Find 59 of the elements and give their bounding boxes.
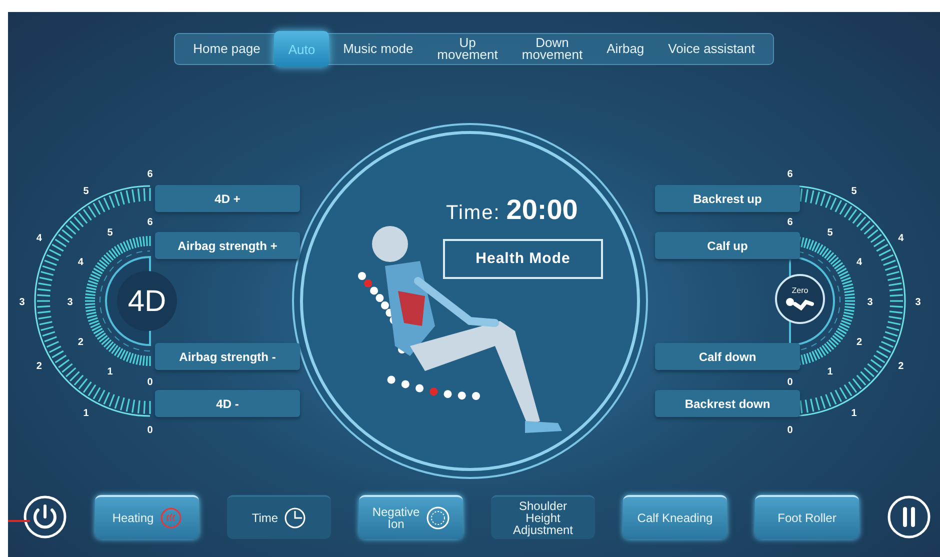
time-label: Time: [446,201,500,226]
gauge-tick-label: 6 [147,217,153,228]
heat-icon [160,507,182,529]
gauge-tick-label: 3 [915,297,921,308]
function-button[interactable]: Time [227,495,331,539]
nav-tab[interactable]: Home page [183,34,270,64]
function-button[interactable]: Heating [95,495,199,539]
gauge-tick-label: 5 [827,228,833,239]
gauge-tick-label: 2 [36,361,42,372]
control-button[interactable]: Calf up [655,232,800,259]
nav-tab[interactable]: Music mode [333,34,424,64]
pause-icon[interactable] [887,495,931,539]
gauge-tick-label: 6 [147,169,153,180]
function-button[interactable]: Negative Ion [359,495,463,539]
nav-tab[interactable]: Voice assistant [658,34,765,64]
control-button[interactable]: Backrest up [655,185,800,212]
gauge-tick-label: 6 [787,217,793,228]
gauge-tick-label: 1 [83,408,89,419]
ion-icon [426,506,450,530]
nav-tab[interactable]: Airbag [596,34,654,64]
gauge-tick-label: 2 [898,361,904,372]
control-button[interactable]: 4D + [155,185,300,212]
gauge-tick-label: 3 [19,297,25,308]
control-button[interactable]: 4D - [155,390,300,417]
gauge-tick-label: 0 [787,425,793,436]
control-button[interactable]: Airbag strength - [155,343,300,370]
power-icon[interactable] [23,495,67,539]
gauge-tick-label: 0 [147,425,153,436]
clock-icon [284,507,306,529]
gauge-tick-label: 6 [787,169,793,180]
gauge-tick-label: 0 [787,377,793,388]
gauge-tick-label: 2 [856,337,862,348]
gauge-tick-label: 3 [867,297,873,308]
mode-display: Health Mode [443,239,603,279]
function-button[interactable]: Shoulder Height Adjustment [491,495,595,539]
function-button[interactable]: Foot Roller [755,495,859,539]
gauge-tick-label: 1 [107,366,113,378]
gauge-tick-label: 3 [67,297,73,308]
dial-label: 4D [117,271,177,331]
gauge-tick-label: 4 [78,257,84,268]
gauge-tick-label: 1 [851,408,857,419]
control-button[interactable]: Airbag strength + [155,232,300,259]
gauge-tick-label: 5 [83,186,89,198]
function-button[interactable]: Calf Kneading [623,495,727,539]
control-button[interactable]: Backrest down [655,390,800,417]
gauge-tick-label: 4 [898,233,904,244]
gauge-tick-label: 2 [78,337,84,348]
nav-tab[interactable]: Down movement [512,34,593,64]
gauge-tick-label: 4 [856,257,862,268]
gauge-tick-label: 1 [827,366,833,378]
gauge-tick-label: 4 [36,233,42,244]
gauge-tick-label: 5 [107,228,113,239]
gauge-tick-label: 0 [147,377,153,388]
control-button[interactable]: Calf down [655,343,800,370]
zero-gravity-button[interactable]: Zero [775,274,825,324]
gauge-tick-label: 5 [851,186,857,198]
leader-line [8,520,30,522]
nav-tab[interactable]: Up movement [427,34,508,64]
time-value: 20:00 [506,193,578,227]
